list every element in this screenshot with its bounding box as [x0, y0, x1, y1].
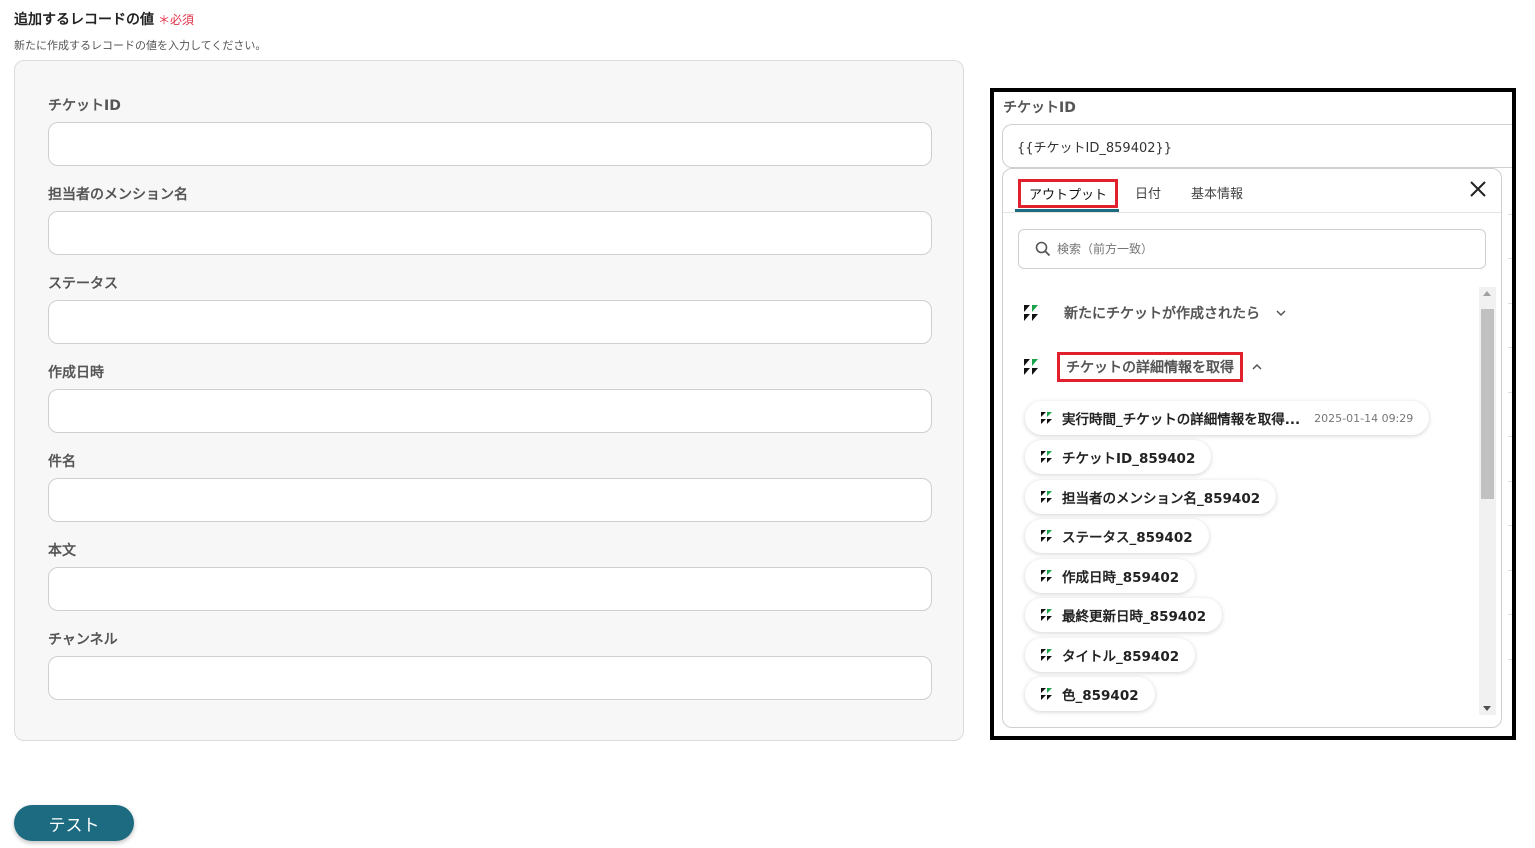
scroll-thumb[interactable]: [1481, 309, 1494, 499]
required-badge: ＊必須: [158, 13, 195, 27]
callout-ticket-id-input[interactable]: {{チケットID_859402}}: [1002, 124, 1512, 168]
ticket-id-input[interactable]: [48, 122, 932, 166]
zoomed-callout: チケットID {{チケットID_859402}} アウトプット 日付 基本情報: [990, 88, 1516, 740]
divider: [1508, 436, 1512, 437]
tab-date[interactable]: 日付: [1127, 179, 1169, 206]
item-label: チケットID_859402: [1062, 451, 1196, 467]
item-label: 実行時間_チケットの詳細情報を取得...: [1062, 412, 1301, 428]
search-icon: [1035, 241, 1051, 257]
output-item[interactable]: タイトル_859402: [1025, 638, 1196, 672]
chevron-down-icon: [1276, 310, 1286, 317]
field-label-created-at: 作成日時: [48, 365, 104, 381]
field-label-channel: チャンネル: [48, 632, 118, 648]
channel-input[interactable]: [48, 656, 932, 700]
subject-input[interactable]: [48, 478, 932, 522]
divider: [1508, 392, 1512, 393]
field-label-status: ステータス: [48, 276, 118, 292]
output-item[interactable]: ステータス_859402: [1025, 519, 1209, 553]
field-label-ticket-id: チケットID: [48, 98, 121, 114]
tab-basic-info[interactable]: 基本情報: [1183, 179, 1251, 206]
section-title-text: 追加するレコードの値: [14, 12, 154, 28]
item-label: 色_859402: [1062, 688, 1139, 704]
output-item[interactable]: 色_859402: [1025, 677, 1155, 711]
active-tab-indicator: [1015, 209, 1119, 212]
output-item[interactable]: 最終更新日時_859402: [1025, 598, 1223, 632]
group-new-ticket-trigger[interactable]: 新たにチケットが作成されたら: [1023, 298, 1287, 328]
app-logo-icon: [1041, 570, 1052, 582]
app-logo-icon: [1041, 530, 1052, 542]
close-icon[interactable]: [1467, 180, 1489, 202]
app-logo-icon: [1041, 491, 1052, 503]
app-logo-icon: [1041, 451, 1052, 463]
output-item[interactable]: チケットID_859402: [1025, 440, 1212, 474]
divider: [1508, 525, 1512, 526]
created-at-input[interactable]: [48, 389, 932, 433]
divider: [1508, 258, 1512, 259]
group-get-ticket-details[interactable]: チケットの詳細情報を取得: [1023, 352, 1263, 382]
divider: [1508, 214, 1512, 215]
record-values-panel: チケットID 担当者のメンション名 ステータス 作成日時 件名 本文 チャンネル: [14, 60, 964, 741]
field-label-subject: 件名: [48, 454, 76, 470]
app-logo-icon: [1041, 649, 1052, 661]
app-logo-icon: [1041, 412, 1052, 424]
item-label: タイトル_859402: [1062, 649, 1180, 665]
divider: [1508, 570, 1512, 571]
item-label: 担当者のメンション名_859402: [1062, 491, 1261, 507]
output-picker-popup: アウトプット 日付 基本情報 新たにチケットが作成されたら: [1002, 168, 1502, 728]
scroll-up-arrow-icon[interactable]: [1483, 291, 1491, 296]
app-logo-icon: [1024, 359, 1038, 375]
item-value: 2025-01-14 09:29: [1314, 411, 1414, 425]
divider: [1508, 347, 1512, 348]
divider: [1508, 614, 1512, 615]
body-input[interactable]: [48, 567, 932, 611]
search-input[interactable]: [1057, 242, 1457, 256]
scrollbar[interactable]: [1479, 287, 1496, 715]
scroll-down-arrow-icon[interactable]: [1483, 706, 1491, 711]
section-title: 追加するレコードの値 ＊必須: [14, 9, 194, 29]
app-logo-icon: [1041, 688, 1052, 700]
assignee-mention-input[interactable]: [48, 211, 932, 255]
item-label: ステータス_859402: [1062, 530, 1193, 546]
field-label-body: 本文: [48, 543, 76, 559]
output-item[interactable]: 担当者のメンション名_859402: [1025, 480, 1277, 514]
item-label: 作成日時_859402: [1062, 570, 1180, 586]
status-input[interactable]: [48, 300, 932, 344]
section-description: 新たに作成するレコードの値を入力してください。: [14, 39, 267, 52]
search-field[interactable]: [1018, 229, 1486, 269]
group-label: チケットの詳細情報を取得: [1057, 352, 1243, 382]
chevron-up-icon: [1252, 363, 1262, 370]
divider: [1508, 481, 1512, 482]
divider: [1508, 303, 1512, 304]
item-label: 最終更新日時_859402: [1062, 609, 1207, 625]
group-label: 新たにチケットが作成されたら: [1064, 306, 1260, 322]
output-item[interactable]: 実行時間_チケットの詳細情報を取得... 2025-01-14 09:29: [1025, 401, 1430, 435]
picker-tabs: アウトプット 日付 基本情報: [1003, 169, 1501, 213]
callout-field-label: チケットID: [1003, 100, 1076, 116]
test-button[interactable]: テスト: [14, 805, 134, 841]
output-item[interactable]: 作成日時_859402: [1025, 559, 1196, 593]
app-logo-icon: [1024, 305, 1038, 321]
app-logo-icon: [1041, 609, 1052, 621]
field-label-assignee-mention: 担当者のメンション名: [48, 187, 188, 203]
divider: [1508, 659, 1512, 660]
tab-output[interactable]: アウトプット: [1018, 179, 1119, 208]
